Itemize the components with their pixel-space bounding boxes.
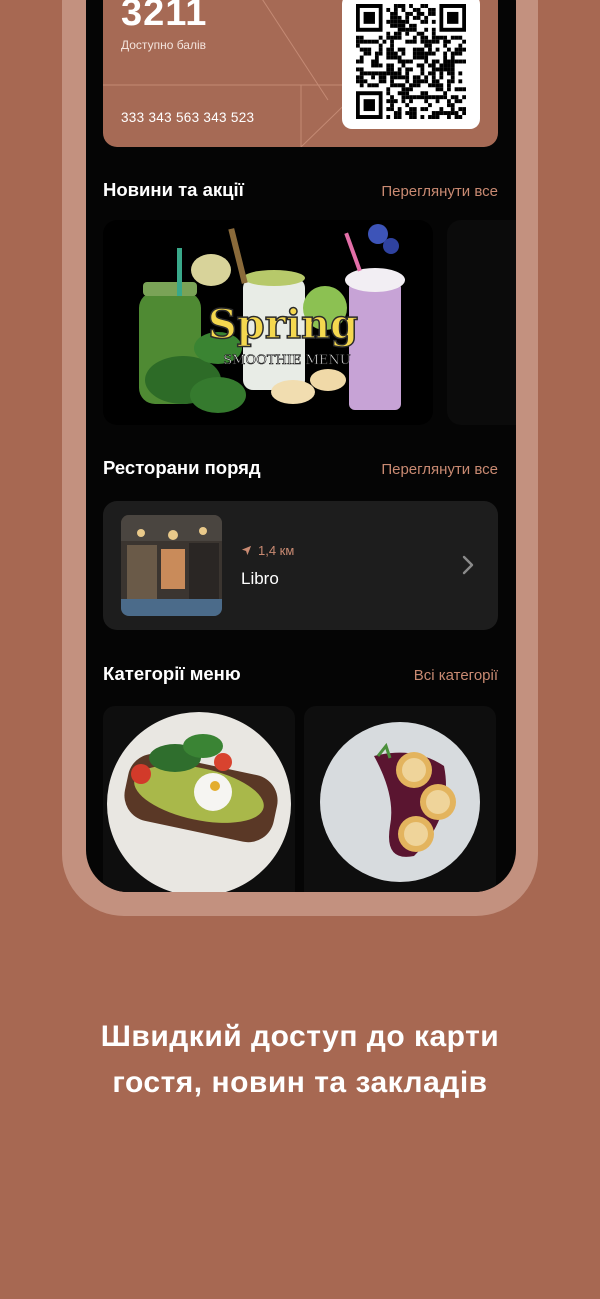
category-card-toast[interactable] [103, 706, 295, 892]
promo-headline: Spring [208, 301, 358, 348]
avocado-toast-image [107, 712, 291, 892]
category-card-syrniki[interactable] [304, 706, 496, 892]
restaurant-photo [121, 515, 222, 616]
qr-code-icon [356, 4, 466, 119]
location-arrow-icon [241, 545, 252, 556]
categories-section-title: Категорії меню [103, 663, 241, 684]
chevron-right-icon[interactable] [462, 555, 474, 575]
restaurants-view-all-link[interactable]: Переглянути все [381, 461, 498, 478]
restaurants-section-title: Ресторани поряд [103, 457, 261, 478]
restaurant-distance-value: 1,4 км [258, 543, 295, 558]
restaurant-name: Libro [241, 569, 279, 588]
smoothie-illustration: Spring SMOOTHIE MENU [139, 224, 405, 413]
restaurant-distance: 1,4 км [241, 543, 294, 558]
restaurant-card-libro[interactable]: 1,4 км Libro [103, 501, 498, 630]
tagline-line-2: гостя, новин та закладів [112, 1066, 488, 1099]
points-label: Доступно балів [121, 38, 207, 52]
phone-screen: 3211 Доступно балів 333 343 563 343 523 … [86, 0, 516, 892]
news-view-all-link[interactable]: Переглянути все [381, 183, 498, 200]
news-section-title: Новини та акції [103, 179, 244, 200]
categories-view-all-link[interactable]: Всі категорії [414, 667, 498, 684]
qr-code[interactable] [342, 0, 480, 129]
guest-card[interactable]: 3211 Доступно балів 333 343 563 343 523 [103, 0, 498, 147]
promo-banner-spring[interactable]: Spring SMOOTHIE MENU [103, 220, 433, 425]
tagline-line-1: Швидкий доступ до карти [100, 1020, 500, 1053]
promo-banner-next[interactable] [447, 220, 516, 425]
promo-subline: SMOOTHIE MENU [223, 353, 350, 368]
points-balance: 3211 [121, 0, 208, 34]
syrniki-image [320, 722, 480, 882]
card-number: 333 343 563 343 523 [121, 110, 255, 125]
tagline: Швидкий доступ до карти гостя, новин та … [0, 1014, 600, 1106]
